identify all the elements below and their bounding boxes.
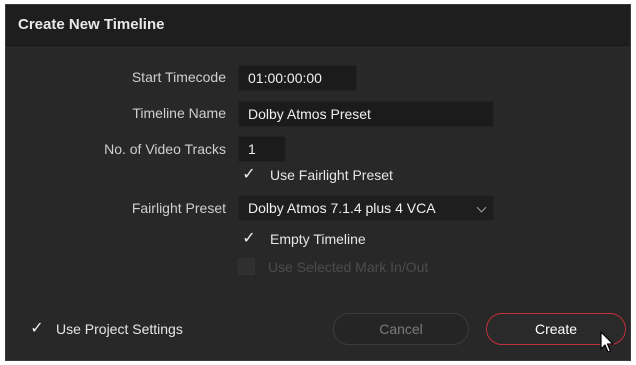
checkmark-icon: ✓ <box>30 320 44 337</box>
empty-timeline-checkbox[interactable]: ✓ Empty Timeline <box>240 229 440 249</box>
empty-checkbox-box <box>238 258 255 275</box>
use-selected-mark-label: Use Selected Mark In/Out <box>268 259 429 275</box>
start-timecode-label: Start Timecode <box>131 69 226 85</box>
video-tracks-input[interactable]: 1 <box>238 136 286 162</box>
dialog-title: Create New Timeline <box>18 16 165 33</box>
use-fairlight-preset-label: Use Fairlight Preset <box>270 167 393 183</box>
cancel-button[interactable]: Cancel <box>333 313 469 345</box>
use-fairlight-preset-checkbox[interactable]: ✓ Use Fairlight Preset <box>240 165 480 185</box>
use-selected-mark-checkbox[interactable]: Use Selected Mark In/Out <box>238 257 478 277</box>
fairlight-preset-value: Dolby Atmos 7.1.4 plus 4 VCA <box>248 200 436 216</box>
mouse-pointer-icon <box>600 331 614 353</box>
chevron-down-icon <box>476 202 487 213</box>
use-project-settings-checkbox[interactable]: ✓ Use Project Settings <box>28 319 228 339</box>
timeline-name-input[interactable]: Dolby Atmos Preset <box>238 101 494 127</box>
create-new-timeline-dialog: Create New Timeline Start Timecode 01:00… <box>5 4 631 361</box>
use-project-settings-label: Use Project Settings <box>56 321 183 337</box>
fairlight-preset-dropdown[interactable]: Dolby Atmos 7.1.4 plus 4 VCA <box>238 195 494 221</box>
dialog-titlebar: Create New Timeline <box>6 5 630 46</box>
empty-timeline-label: Empty Timeline <box>270 231 366 247</box>
fairlight-preset-label: Fairlight Preset <box>131 200 226 216</box>
video-tracks-label: No. of Video Tracks <box>104 141 226 157</box>
checkmark-icon: ✓ <box>242 230 256 247</box>
start-timecode-input[interactable]: 01:00:00:00 <box>238 65 357 91</box>
checkmark-icon: ✓ <box>242 166 256 183</box>
timeline-name-label: Timeline Name <box>132 105 226 121</box>
